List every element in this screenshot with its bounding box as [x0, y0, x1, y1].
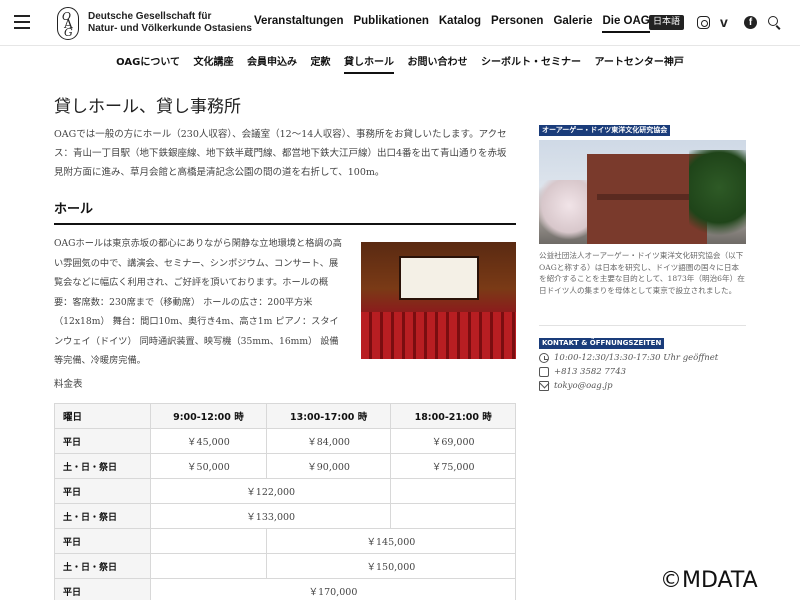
search-icon[interactable]: [768, 16, 781, 29]
table-cell-price: ￥150,000: [265, 553, 517, 579]
hall-description: OAGホールは東京赤坂の都心にありながら閑静な立地環境と格調の高い雰囲気の中で、…: [54, 238, 342, 366]
watermark: ©MDATA: [660, 568, 758, 593]
table-cell-price: ￥45,000: [150, 428, 267, 454]
contact-email[interactable]: tokyo@oag.jp: [539, 381, 613, 391]
table-cell-price: ￥145,000: [265, 528, 517, 554]
table-cell-price: ￥170,000: [150, 578, 516, 600]
table-header: 13:00-17:00 時: [265, 403, 392, 429]
clock-icon: [539, 353, 549, 363]
contact-phone[interactable]: +813 3582 7743: [539, 367, 626, 377]
table-cell-day: 平日: [54, 478, 151, 504]
nav-katalog[interactable]: Katalog: [439, 15, 481, 33]
table-cell-price: ￥50,000: [150, 453, 267, 479]
table-cell-empty: [390, 503, 516, 529]
intro-text: OAGでは一般の方にホール（230人収容）、会議室（12～14人収容）、事務所を…: [54, 129, 507, 178]
contact-hours-text: 10:00-12:30/13:30-17:30 Uhr geöffnet: [554, 353, 719, 363]
price-table: 曜日 9:00-12:00 時 13:00-17:00 時 18:00-21:0…: [54, 403, 517, 600]
table-cell-price: ￥84,000: [265, 428, 392, 454]
green-tree: [689, 150, 746, 244]
main-nav: Veranstaltungen Publikationen Katalog Pe…: [254, 15, 660, 33]
sidebar-tag-contact: KONTAKT & ÖFFNUNGSZEITEN: [539, 338, 665, 349]
subnav-siebold-seminar[interactable]: シーボルト・セミナー: [481, 57, 581, 72]
subnav-contact[interactable]: お問い合わせ: [407, 57, 467, 72]
table-header: 曜日: [54, 403, 151, 429]
language-button[interactable]: 日本語: [649, 15, 685, 30]
table-row: 土・日・祭日 ￥133,000: [54, 503, 516, 529]
table-cell-day: 土・日・祭日: [54, 453, 151, 479]
menu-icon[interactable]: [14, 15, 30, 29]
sidebar-description: 公益社団法人オーアーゲー・ドイツ東洋文化研究協会（以下OAGと称する）は日本を研…: [539, 251, 745, 295]
contact-hours: 10:00-12:30/13:30-17:30 Uhr geöffnet: [539, 353, 718, 363]
page-title: 貸しホール、貸し事務所: [54, 97, 241, 117]
logo[interactable]: OAG Deutsche Gesellschaft für Natur- und…: [57, 6, 252, 40]
logo-text: Deutsche Gesellschaft für Natur- und Völ…: [88, 11, 252, 34]
table-cell-empty: [150, 528, 267, 554]
table-row: 平日 ￥145,000: [54, 528, 517, 554]
table-header-row: 曜日 9:00-12:00 時 13:00-17:00 時 18:00-21:0…: [54, 403, 516, 429]
nav-publikationen[interactable]: Publikationen: [353, 15, 428, 33]
nav-personen[interactable]: Personen: [491, 15, 543, 33]
table-cell-day: 土・日・祭日: [54, 553, 151, 579]
sub-nav: OAGについて 文化講座 会員申込み 定款 貸しホール お問い合わせ シーボルト…: [0, 53, 800, 74]
subnav-culture[interactable]: 文化講座: [194, 57, 234, 72]
table-cell-price: ￥69,000: [390, 428, 516, 454]
instagram-icon[interactable]: [697, 16, 710, 29]
subnav-hall-rental[interactable]: 貸しホール: [343, 57, 394, 74]
table-row: 平日 ￥122,000: [54, 478, 516, 504]
price-table-label: 料金表: [54, 379, 83, 390]
subnav-membership[interactable]: 会員申込み: [247, 57, 297, 72]
sidebar-divider: [539, 325, 746, 326]
table-cell-price: ￥133,000: [149, 503, 392, 529]
table-cell-day: 平日: [54, 578, 151, 600]
sidebar-tag-oag: オーアーゲー・ドイツ東洋文化研究協会: [539, 125, 671, 136]
oag-building-photo: [539, 140, 746, 244]
hall-photo: [361, 242, 516, 359]
table-cell-price: ￥90,000: [265, 453, 392, 479]
vimeo-icon[interactable]: v: [720, 15, 733, 29]
top-header: OAG Deutsche Gesellschaft für Natur- und…: [0, 0, 800, 46]
table-cell-empty: [150, 553, 267, 579]
contact-phone-text[interactable]: +813 3582 7743: [554, 367, 626, 377]
subnav-art-center-kobe[interactable]: アートセンター神戸: [594, 57, 683, 72]
table-cell-day: 土・日・祭日: [54, 503, 151, 529]
table-cell-day: 平日: [54, 528, 151, 554]
mail-icon: [539, 381, 549, 391]
table-header: 18:00-21:00 時: [390, 403, 516, 429]
nav-galerie[interactable]: Galerie: [553, 15, 592, 33]
table-cell-empty: [390, 478, 516, 504]
table-cell-price: ￥122,000: [149, 478, 392, 504]
subnav-statutes[interactable]: 定款: [311, 57, 331, 72]
table-cell-price: ￥75,000: [390, 453, 516, 479]
phone-icon: [539, 367, 549, 377]
nav-die-oag[interactable]: Die OAG: [602, 15, 650, 33]
nav-veranstaltungen[interactable]: Veranstaltungen: [254, 15, 343, 33]
oag-seal-icon: OAG: [57, 6, 79, 40]
hall-seats: [361, 312, 516, 359]
hall-screen: [399, 256, 479, 300]
subnav-about[interactable]: OAGについて: [116, 57, 180, 72]
table-header: 9:00-12:00 時: [150, 403, 267, 429]
table-row: 土・日・祭日 ￥50,000 ￥90,000 ￥75,000: [54, 453, 516, 479]
facebook-icon[interactable]: f: [744, 16, 757, 29]
section-title-hall: ホール: [54, 198, 516, 225]
contact-email-text[interactable]: tokyo@oag.jp: [554, 381, 613, 391]
table-row: 土・日・祭日 ￥150,000: [54, 553, 517, 579]
table-cell-day: 平日: [54, 428, 151, 454]
table-row: 平日 ￥170,000: [54, 578, 516, 600]
table-row: 平日 ￥45,000 ￥84,000 ￥69,000: [54, 428, 516, 454]
